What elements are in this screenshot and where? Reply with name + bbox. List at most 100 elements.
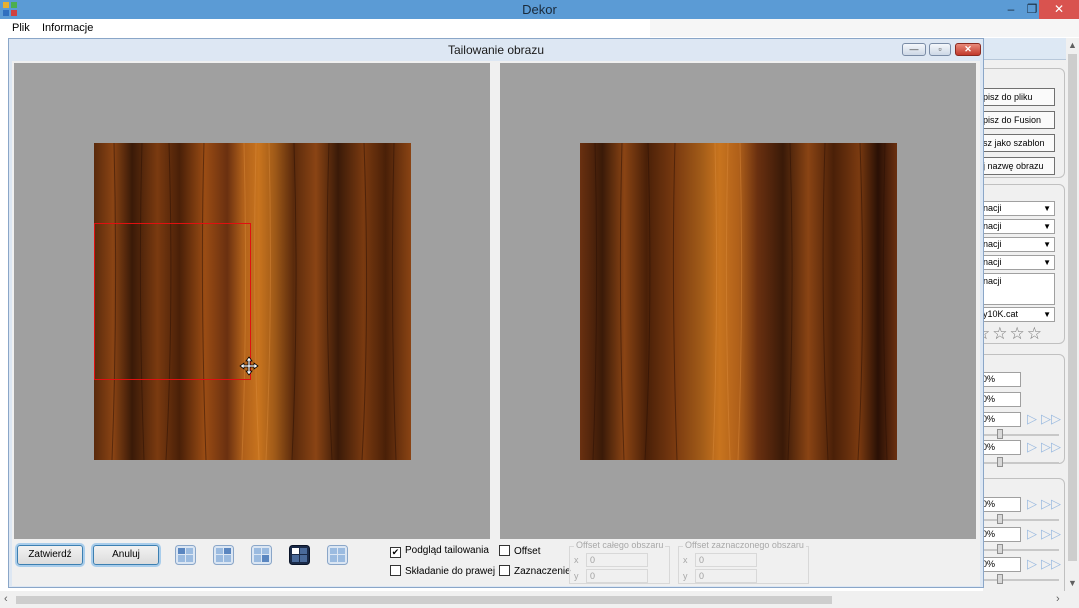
app-title: Dekor	[522, 2, 557, 17]
dialog-title: Tailowanie obrazu	[447, 43, 545, 57]
fold-right-checkbox[interactable]: Składanie do prawej	[390, 565, 495, 577]
scroll-up-icon[interactable]: ▲	[1066, 40, 1079, 50]
tile-mode-5-icon[interactable]	[327, 545, 348, 565]
fast-forward-icon[interactable]: ▷▷	[1041, 411, 1061, 427]
info-select-4[interactable]: nacji ▼	[983, 255, 1055, 270]
chevron-down-icon: ▼	[1043, 204, 1051, 213]
info-select-3-value: nacji	[983, 239, 1002, 249]
fast-forward-icon[interactable]: ▷▷	[1041, 556, 1061, 572]
cancel-button[interactable]: Anuluj	[93, 545, 159, 565]
play-icon[interactable]: ▷	[1027, 556, 1037, 572]
slider-track[interactable]	[983, 462, 1059, 464]
info-select-1[interactable]: nacji ▼	[983, 201, 1055, 216]
menu-informacje[interactable]: Informacje	[42, 22, 93, 34]
offset-whole-y-input[interactable]: 0	[586, 569, 648, 583]
chevron-down-icon: ▼	[1043, 240, 1051, 249]
slider-track[interactable]	[983, 434, 1059, 436]
slider-track[interactable]	[983, 549, 1059, 551]
dialog-minimize-button[interactable]: —	[902, 43, 926, 56]
selection-checkbox[interactable]: Zaznaczenie	[499, 565, 571, 577]
info-select-3[interactable]: nacji ▼	[983, 237, 1055, 252]
offset-selected-x-input[interactable]: 0	[695, 553, 757, 567]
offset-selected-title: Offset zaznaczonego obszaru	[683, 540, 806, 550]
play-icon[interactable]: ▷	[1027, 439, 1037, 455]
selection-rectangle[interactable]	[94, 223, 251, 380]
main-title-bar: Dekor – ❐ ✕	[0, 0, 1079, 19]
tiling-preview-label: Podgląd tailowania	[405, 545, 489, 556]
rename-image-button[interactable]: j nazwę obrazu	[983, 157, 1055, 175]
slider-track[interactable]	[983, 519, 1059, 521]
offset-checkbox[interactable]: Offset	[499, 545, 541, 557]
fast-forward-icon[interactable]: ▷▷	[1041, 496, 1061, 512]
tile-mode-2-icon[interactable]	[213, 545, 234, 565]
chevron-down-icon: ▼	[1043, 222, 1051, 231]
catalog-select-value: y10K.cat	[983, 309, 1019, 319]
rating-stars[interactable]: ☆☆☆☆	[983, 324, 1044, 344]
checkbox-empty-icon[interactable]	[499, 545, 510, 556]
fast-forward-icon[interactable]: ▷▷	[1041, 526, 1061, 542]
offset-whole-group: Offset całego obszaru x 0 y 0	[569, 540, 670, 584]
info-select-4-value: nacji	[983, 257, 1002, 267]
info-select-2-value: nacji	[983, 221, 1002, 231]
menubar-strip	[650, 19, 1079, 37]
checkbox-empty-icon[interactable]	[390, 565, 401, 576]
close-button[interactable]: ✕	[1039, 0, 1079, 19]
right-panel-header	[983, 38, 1066, 60]
scroll-left-icon[interactable]: ‹	[4, 593, 8, 605]
play-icon[interactable]: ▷	[1027, 411, 1037, 427]
fast-forward-icon[interactable]: ▷▷	[1041, 439, 1061, 455]
percent-field-6[interactable]: 0%	[983, 527, 1021, 542]
tile-mode-3-icon[interactable]	[251, 545, 272, 565]
offset-whole-title: Offset całego obszaru	[574, 540, 666, 550]
save-as-template-button[interactable]: sz jako szablon	[983, 134, 1055, 152]
save-to-fusion-button[interactable]: pisz do Fusion	[983, 111, 1055, 129]
percent-field-4[interactable]: 0%	[983, 440, 1021, 455]
percent-field-7[interactable]: 0%	[983, 557, 1021, 572]
chevron-down-icon: ▼	[1043, 258, 1051, 267]
dialog-close-button[interactable]: ✕	[955, 43, 981, 56]
dialog-restore-button[interactable]: ▫	[929, 43, 951, 56]
checkmark-icon[interactable]: ✔	[390, 547, 401, 558]
chevron-down-icon: ▼	[1043, 310, 1051, 319]
slider-thumb[interactable]	[997, 574, 1003, 584]
catalog-select[interactable]: y10K.cat ▼	[983, 307, 1055, 322]
slider-thumb[interactable]	[997, 457, 1003, 467]
save-to-file-button[interactable]: pisz do pliku	[983, 88, 1055, 106]
info-select-2[interactable]: nacji ▼	[983, 219, 1055, 234]
offset-whole-x-label: x	[574, 555, 579, 565]
vertical-scrollbar[interactable]: ▲ ▼	[1066, 38, 1079, 591]
slider-thumb[interactable]	[997, 514, 1003, 524]
offset-selected-group: Offset zaznaczonego obszaru x 0 y 0	[678, 540, 809, 584]
checkbox-empty-icon[interactable]	[499, 565, 510, 576]
source-preview[interactable]	[14, 63, 490, 539]
slider-thumb[interactable]	[997, 429, 1003, 439]
scroll-down-icon[interactable]: ▼	[1066, 578, 1079, 588]
offset-whole-y-label: y	[574, 571, 579, 581]
info-textbox[interactable]: nacji	[983, 273, 1055, 305]
play-icon[interactable]: ▷	[1027, 526, 1037, 542]
vertical-scroll-thumb[interactable]	[1068, 54, 1077, 561]
dialog-title-bar: Tailowanie obrazu — ▫ ✕	[9, 39, 983, 61]
offset-selected-y-input[interactable]: 0	[695, 569, 757, 583]
menu-plik[interactable]: Plik	[12, 22, 30, 34]
tiled-wood-image	[580, 143, 897, 460]
confirm-button[interactable]: Zatwierdź	[17, 545, 83, 565]
percent-field-2[interactable]: 0%	[983, 392, 1021, 407]
play-icon[interactable]: ▷	[1027, 496, 1037, 512]
offset-selected-y-label: y	[683, 571, 688, 581]
percent-field-5[interactable]: 0%	[983, 497, 1021, 512]
slider-thumb[interactable]	[997, 544, 1003, 554]
percent-field-1[interactable]: 0%	[983, 372, 1021, 387]
tile-mode-4-icon[interactable]	[289, 545, 310, 565]
tiled-preview[interactable]	[500, 63, 976, 539]
horizontal-scrollbar[interactable]: ‹ ›	[0, 591, 1079, 608]
tiling-dialog: Tailowanie obrazu — ▫ ✕ Zatwierdź Anuluj…	[8, 38, 984, 588]
tiling-preview-checkbox[interactable]: ✔ Podgląd tailowania	[390, 545, 489, 558]
offset-whole-x-input[interactable]: 0	[586, 553, 648, 567]
scroll-right-icon[interactable]: ›	[1056, 593, 1060, 605]
offset-label: Offset	[514, 546, 541, 557]
horizontal-scroll-thumb[interactable]	[16, 596, 832, 604]
percent-field-3[interactable]: 0%	[983, 412, 1021, 427]
tile-mode-1-icon[interactable]	[175, 545, 196, 565]
slider-track[interactable]	[983, 579, 1059, 581]
